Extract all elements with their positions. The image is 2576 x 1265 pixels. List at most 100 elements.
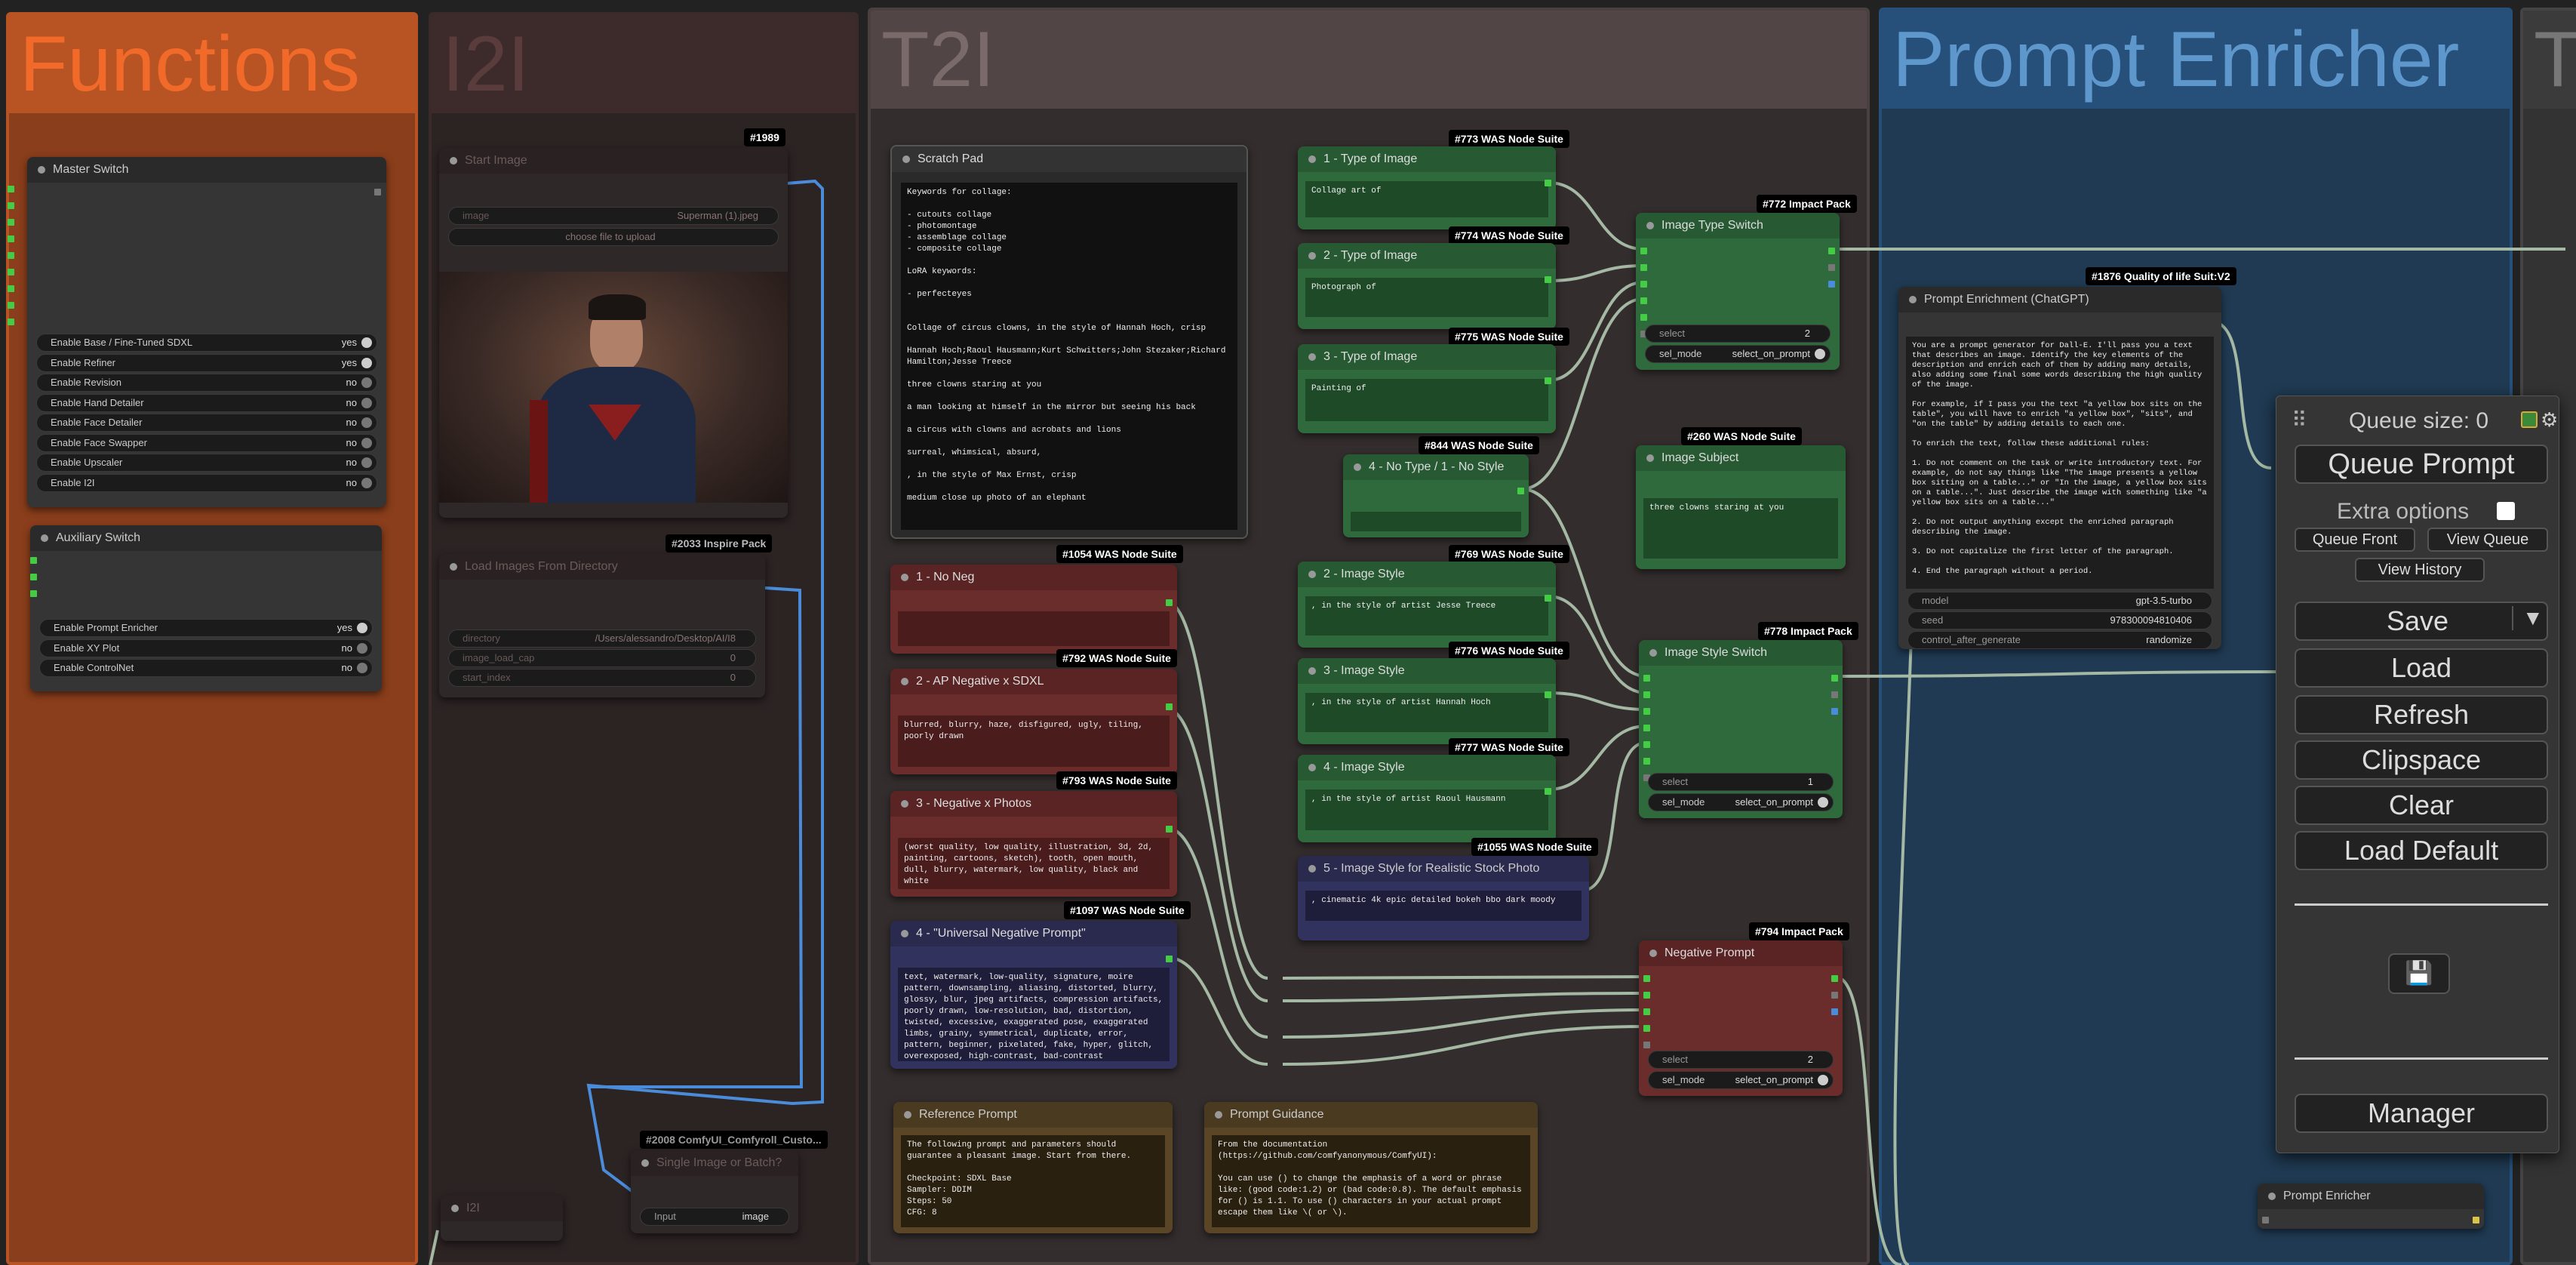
- clipspace-button[interactable]: Clipspace: [2295, 740, 2548, 780]
- input-slot[interactable]: [1643, 708, 1650, 715]
- output-slot[interactable]: [2473, 1217, 2479, 1223]
- negative-textarea[interactable]: (worst quality, low quality, illustratio…: [898, 838, 1170, 889]
- load-images-directory-node[interactable]: Load Images From Directory directory/Use…: [439, 554, 765, 697]
- text-widget[interactable]: Collage art of: [1305, 181, 1548, 217]
- refresh-button[interactable]: Refresh: [2295, 695, 2548, 734]
- toggle-switch[interactable]: Enable Prompt Enricher yes: [39, 619, 373, 637]
- output-slot[interactable]: [30, 557, 37, 564]
- input-slot[interactable]: [1640, 314, 1647, 321]
- output-slot[interactable]: [374, 189, 381, 195]
- output-slot[interactable]: [8, 235, 14, 242]
- output-slot[interactable]: [1828, 248, 1835, 254]
- input-slot[interactable]: [1643, 741, 1650, 748]
- negative-prompt-text-node[interactable]: 2 - AP Negative x SDXL blurred, blurry, h…: [890, 669, 1177, 774]
- enrichment-widget[interactable]: seed 978300094810406: [1907, 611, 2212, 629]
- input-select[interactable]: Input image: [640, 1208, 789, 1226]
- sel-mode-toggle[interactable]: sel_mode select_on_prompt: [1648, 1071, 1834, 1089]
- toggle-switch[interactable]: Enable I2I no: [36, 473, 377, 492]
- load-default-button[interactable]: Load Default: [2295, 831, 2548, 870]
- input-slot[interactable]: [1643, 758, 1650, 765]
- toggle-switch[interactable]: Enable Base / Fine-Tuned SDXL yes: [36, 334, 377, 352]
- output-slot[interactable]: [1545, 595, 1551, 602]
- toggle-switch[interactable]: Enable XY Plot no: [39, 639, 373, 657]
- queue-menu-panel[interactable]: ⠿ Queue size: 0 ⚙ Queue Prompt Extra opt…: [2276, 396, 2559, 1153]
- select-widget[interactable]: select 2: [1645, 325, 1831, 343]
- output-slot[interactable]: [8, 252, 14, 259]
- input-slot[interactable]: [1640, 264, 1647, 271]
- output-slot[interactable]: [1545, 691, 1551, 698]
- text-widget[interactable]: , in the style of artist Jesse Treece: [1305, 596, 1548, 636]
- output-slot[interactable]: [30, 574, 37, 580]
- directory-widget[interactable]: start_index 0: [448, 669, 756, 687]
- output-slot[interactable]: [1166, 599, 1173, 606]
- toggle-switch[interactable]: Enable ControlNet no: [39, 659, 373, 677]
- directory-widget[interactable]: image_load_cap 0: [448, 649, 756, 667]
- input-slot[interactable]: [2262, 1217, 2269, 1223]
- style-switch-node[interactable]: Image Style Switch select 1 sel_mode select_…: [1639, 640, 1843, 818]
- toggle-switch[interactable]: Enable Upscaler no: [36, 454, 377, 472]
- text-widget[interactable]: Photograph of: [1305, 278, 1548, 317]
- output-slot[interactable]: [1166, 956, 1173, 962]
- save-button[interactable]: Save: [2295, 602, 2548, 641]
- output-slot[interactable]: [1517, 488, 1524, 494]
- toggle-switch[interactable]: Enable Hand Detailer no: [36, 393, 377, 412]
- sel-mode-toggle[interactable]: sel_mode select_on_prompt: [1648, 793, 1834, 811]
- input-slot[interactable]: [1643, 725, 1650, 731]
- output-slot[interactable]: [8, 302, 14, 309]
- directory-widget[interactable]: directory/Users/alessandro/Desktop/AI/I8: [448, 629, 756, 648]
- input-slot[interactable]: [1643, 992, 1650, 999]
- input-slot[interactable]: [1643, 675, 1650, 682]
- output-slot[interactable]: [1545, 788, 1551, 795]
- image-select[interactable]: image Superman (1).jpeg: [448, 207, 779, 225]
- toggle-switch[interactable]: Enable Revision no: [36, 374, 377, 392]
- text-widget[interactable]: Painting of: [1305, 379, 1548, 421]
- image-style-node[interactable]: 3 - Image Style , in the style of artist …: [1298, 658, 1556, 744]
- input-slot[interactable]: [1643, 1042, 1650, 1048]
- load-button[interactable]: Load: [2295, 648, 2548, 688]
- input-slot[interactable]: [1643, 691, 1650, 698]
- negative-textarea[interactable]: blurred, blurry, haze, disfigured, ugly,…: [898, 716, 1170, 767]
- sel-mode-toggle[interactable]: sel_mode select_on_prompt: [1645, 345, 1831, 363]
- output-slot[interactable]: [30, 590, 37, 597]
- extra-options-checkbox[interactable]: [2497, 502, 2515, 520]
- output-slot[interactable]: [8, 319, 14, 325]
- output-slot[interactable]: [1831, 708, 1838, 715]
- start-image-node[interactable]: Start Image image Superman (1).jpeg choos…: [439, 148, 788, 518]
- gear-icon[interactable]: ⚙: [2541, 408, 2558, 432]
- prompt-guidance-textarea[interactable]: From the documentation (https://github.c…: [1212, 1135, 1530, 1227]
- text-widget[interactable]: , in the style of artist Raoul Hausmann: [1305, 789, 1548, 830]
- auxiliary-switch-node[interactable]: Auxiliary Switch Enable Prompt Enricher y…: [30, 525, 382, 691]
- clear-button[interactable]: Clear: [2295, 786, 2548, 825]
- toggle-switch[interactable]: Enable Face Swapper no: [36, 433, 377, 452]
- text-widget[interactable]: , in the style of artist Hannah Hoch: [1305, 693, 1548, 732]
- neg-switch-node[interactable]: Negative Prompt select 2 sel_mode select_on_…: [1639, 940, 1843, 1096]
- scratch-pad-node[interactable]: Scratch Pad Keywords for collage: - cuto…: [890, 145, 1248, 539]
- input-slot[interactable]: [1640, 248, 1647, 254]
- negative-textarea[interactable]: [898, 611, 1170, 646]
- manager-button[interactable]: Manager: [2295, 1094, 2548, 1133]
- enrichment-widget[interactable]: control_after_generate randomize: [1907, 631, 2212, 649]
- prompt-enrichment-node[interactable]: Prompt Enrichment (ChatGPT) You are a pr…: [1898, 287, 2221, 649]
- output-slot[interactable]: [1831, 975, 1838, 982]
- reference-prompt-textarea[interactable]: The following prompt and parameters shou…: [901, 1135, 1165, 1227]
- enrichment-textarea[interactable]: You are a prompt generator for Dall-E. I…: [1906, 337, 2214, 589]
- prompt-guidance-node[interactable]: Prompt Guidance From the documentation (…: [1204, 1102, 1538, 1233]
- single-image-or-batch-node[interactable]: Single Image or Batch? Input image: [631, 1150, 798, 1233]
- input-slot[interactable]: [1640, 297, 1647, 304]
- output-slot[interactable]: [8, 285, 14, 292]
- image-subject-node[interactable]: Image Subject three clowns staring at yo…: [1636, 445, 1846, 569]
- no-type-no-style-node[interactable]: 4 - No Type / 1 - No Style: [1343, 454, 1529, 537]
- image-type-node[interactable]: 1 - Type of Image Collage art of: [1298, 146, 1556, 229]
- input-slot[interactable]: [1643, 975, 1650, 982]
- output-slot[interactable]: [1545, 377, 1551, 384]
- input-slot[interactable]: [1643, 1025, 1650, 1032]
- scratch-textarea[interactable]: Keywords for collage: - cutouts collage …: [901, 183, 1237, 530]
- i2i-node[interactable]: I2I: [441, 1196, 563, 1241]
- image-style-node[interactable]: 4 - Image Style , in the style of artist …: [1298, 755, 1556, 842]
- output-slot[interactable]: [1831, 691, 1838, 698]
- upload-button[interactable]: choose file to upload: [448, 228, 779, 246]
- type-switch-node[interactable]: Image Type Switch select 2 sel_mode select_o…: [1636, 213, 1840, 370]
- image-type-node[interactable]: 2 - Type of Image Photograph of: [1298, 243, 1556, 329]
- output-slot[interactable]: [1545, 276, 1551, 283]
- output-slot[interactable]: [8, 202, 14, 209]
